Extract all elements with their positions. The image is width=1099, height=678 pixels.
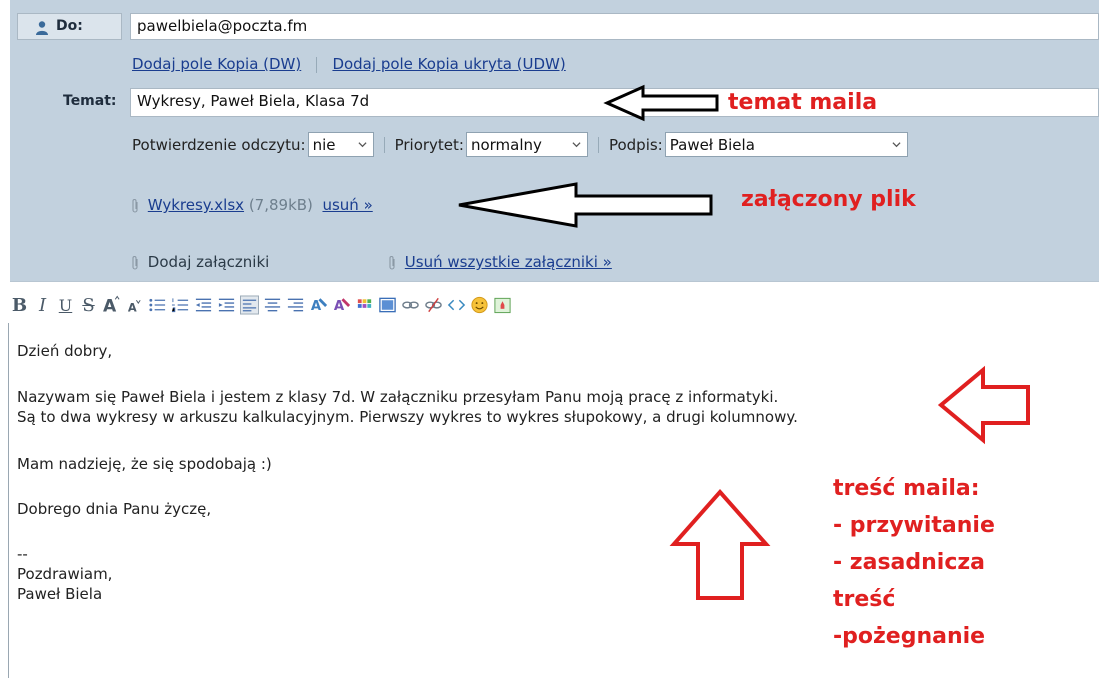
svg-text:A: A bbox=[128, 301, 137, 315]
signature-separator: -- bbox=[17, 545, 28, 563]
annotation-content: treść maila: - przywitanie - zasadnicza … bbox=[833, 470, 995, 655]
numbered-list-icon[interactable] bbox=[171, 295, 190, 315]
align-center-icon[interactable] bbox=[263, 295, 282, 315]
formatting-toolbar: B I U S A A A A bbox=[10, 289, 512, 321]
emoticon-icon[interactable] bbox=[470, 295, 489, 315]
subject-label: Temat: bbox=[63, 93, 117, 109]
chevron-down-icon bbox=[572, 142, 581, 148]
add-bcc-link[interactable]: Dodaj pole Kopia ukryta (UDW) bbox=[332, 55, 565, 73]
svg-text:A: A bbox=[103, 297, 117, 315]
special-chars-icon[interactable] bbox=[355, 295, 374, 315]
font-size-decrease-icon[interactable]: A bbox=[125, 295, 144, 315]
priority-label: Priorytet: bbox=[394, 135, 464, 154]
paperclip-icon bbox=[132, 198, 138, 213]
insert-link-icon[interactable] bbox=[401, 295, 420, 315]
read-receipt-value: nie bbox=[312, 136, 336, 154]
body-line-4: Dobrego dnia Panu życzę, bbox=[17, 500, 212, 518]
signature-label: Podpis: bbox=[608, 135, 663, 154]
body-line-2: Są to dwa wykresy w arkuszu kalkulacyjny… bbox=[17, 408, 798, 426]
bullet-list-icon[interactable] bbox=[148, 295, 167, 315]
attachment-size: (7,89kB) bbox=[248, 196, 313, 214]
annotation-content-line: treść maila: bbox=[833, 476, 980, 501]
to-button[interactable]: Do: bbox=[17, 13, 122, 40]
attachment-item: Wykresy.xlsx (7,89kB) usuń » bbox=[130, 196, 373, 214]
copy-links: Dodaj pole Kopia (DW) Dodaj pole Kopia u… bbox=[132, 54, 566, 73]
italic-button[interactable]: I bbox=[33, 295, 52, 316]
separator bbox=[316, 56, 318, 73]
source-code-icon[interactable] bbox=[447, 295, 466, 315]
underline-button[interactable]: U bbox=[56, 295, 75, 315]
highlight-color-icon[interactable]: A bbox=[332, 295, 351, 315]
arrow-attachment-icon bbox=[458, 182, 713, 228]
signature-line-2: Paweł Biela bbox=[17, 585, 103, 603]
contact-icon bbox=[36, 21, 48, 35]
annotation-content-line: - zasadnicza bbox=[833, 550, 986, 575]
remove-all-attachments: Usuń wszystkie załączniki » bbox=[387, 253, 612, 271]
attachment-filename[interactable]: Wykresy.xlsx bbox=[148, 196, 244, 214]
priority-value: normalny bbox=[470, 136, 542, 154]
options-row: Potwierdzenie odczytu: nie Priorytet: no… bbox=[132, 131, 908, 158]
arrow-up-red-icon bbox=[669, 488, 771, 600]
signature-line-1: Pozdrawiam, bbox=[17, 565, 113, 583]
separator bbox=[597, 136, 599, 153]
annotation-attachment: załączony plik bbox=[741, 187, 916, 212]
text-color-icon[interactable]: A bbox=[309, 295, 328, 315]
chevron-down-icon bbox=[358, 142, 367, 148]
priority-select[interactable]: normalny bbox=[465, 132, 588, 157]
align-right-icon[interactable] bbox=[286, 295, 305, 315]
signature-select[interactable]: Paweł Biela bbox=[664, 132, 908, 157]
outdent-icon[interactable] bbox=[194, 295, 213, 315]
signature-value: Paweł Biela bbox=[669, 136, 755, 154]
paperclip-icon bbox=[389, 255, 395, 270]
insert-image-icon[interactable] bbox=[378, 295, 397, 315]
divider bbox=[10, 281, 1099, 282]
add-cc-link[interactable]: Dodaj pole Kopia (DW) bbox=[132, 55, 301, 73]
annotation-content-line: - przywitanie bbox=[833, 513, 995, 538]
indent-icon[interactable] bbox=[217, 295, 236, 315]
arrow-left-red-icon bbox=[937, 365, 1030, 445]
chevron-down-icon bbox=[892, 142, 901, 148]
annotation-content-line: treść bbox=[833, 587, 896, 612]
to-input[interactable]: pawelbiela@poczta.fm bbox=[130, 13, 1099, 40]
align-left-icon[interactable] bbox=[240, 295, 259, 315]
font-size-increase-icon[interactable]: A bbox=[102, 295, 121, 315]
attachment-actions: Dodaj załączniki bbox=[130, 253, 269, 271]
bold-button[interactable]: B bbox=[10, 295, 29, 316]
insert-template-icon[interactable] bbox=[493, 295, 512, 315]
to-label: Do: bbox=[56, 18, 83, 34]
remove-link-icon[interactable] bbox=[424, 295, 443, 315]
annotation-content-line: -pożegnanie bbox=[833, 624, 986, 649]
arrow-subject-icon bbox=[603, 84, 719, 122]
body-greeting: Dzień dobry, bbox=[17, 342, 113, 360]
separator bbox=[383, 136, 385, 153]
body-line-3: Mam nadzieję, że się spodobają :) bbox=[17, 455, 272, 473]
read-receipt-label: Potwierdzenie odczytu: bbox=[132, 135, 306, 154]
paperclip-icon bbox=[132, 255, 138, 270]
body-line-1: Nazywam się Paweł Biela i jestem z klasy… bbox=[17, 388, 779, 406]
attachment-remove-link[interactable]: usuń » bbox=[322, 196, 372, 214]
add-attachments-button[interactable]: Dodaj załączniki bbox=[148, 253, 270, 271]
editor-border bbox=[8, 323, 9, 678]
read-receipt-select[interactable]: nie bbox=[307, 132, 374, 157]
strikethrough-button[interactable]: S bbox=[79, 295, 98, 316]
remove-all-attachments-link[interactable]: Usuń wszystkie załączniki » bbox=[405, 253, 612, 271]
annotation-subject: temat maila bbox=[728, 90, 878, 115]
